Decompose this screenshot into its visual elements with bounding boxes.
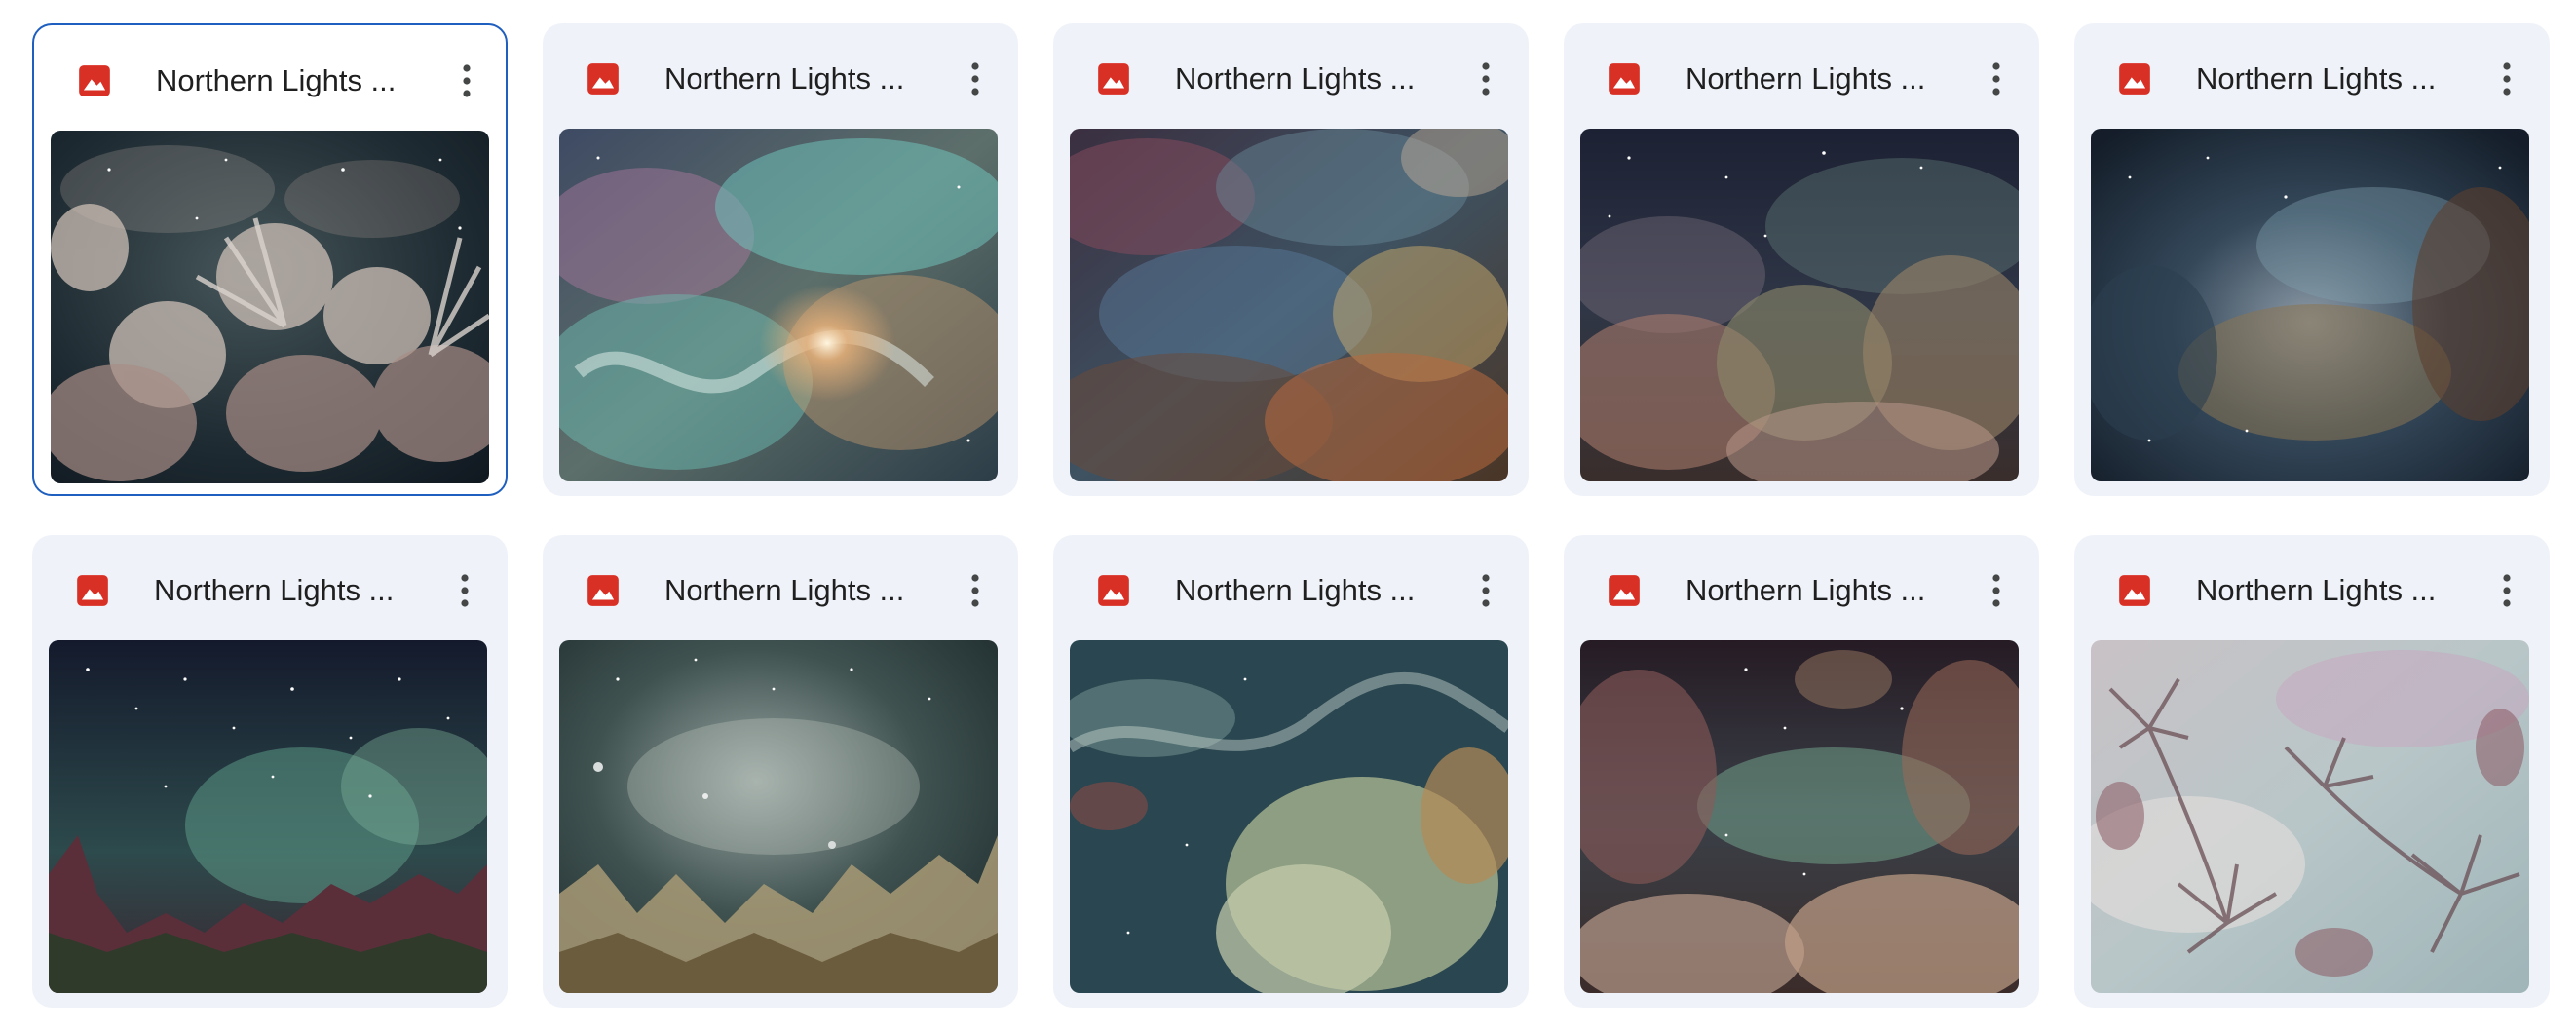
image-file-icon — [1095, 60, 1132, 97]
more-vertical-icon — [1482, 574, 1490, 607]
image-file-icon — [585, 60, 622, 97]
file-thumbnail[interactable] — [1580, 129, 2019, 481]
image-file-icon — [1095, 572, 1132, 609]
file-card[interactable]: Northern Lights ... — [2074, 535, 2550, 1008]
file-card-header: Northern Lights ... — [543, 535, 1018, 640]
file-name: Northern Lights ... — [1686, 61, 1926, 96]
file-card[interactable]: Northern Lights ... — [32, 535, 508, 1008]
image-file-icon — [2116, 60, 2153, 97]
more-vertical-icon — [463, 64, 471, 97]
more-actions-button[interactable] — [1967, 561, 2026, 620]
more-actions-button[interactable] — [946, 50, 1004, 108]
more-actions-button[interactable] — [946, 561, 1004, 620]
file-card-header: Northern Lights ... — [1053, 535, 1529, 640]
file-thumbnail[interactable] — [1070, 129, 1508, 481]
more-vertical-icon — [1992, 62, 2000, 96]
file-name: Northern Lights ... — [1175, 61, 1416, 96]
file-card-header: Northern Lights ... — [543, 23, 1018, 129]
file-thumbnail[interactable] — [1070, 640, 1508, 993]
image-file-icon — [76, 62, 113, 99]
more-actions-button[interactable] — [2478, 50, 2536, 108]
file-thumbnail[interactable] — [1580, 640, 2019, 993]
file-name: Northern Lights ... — [156, 63, 397, 97]
file-thumbnail[interactable] — [2091, 129, 2529, 481]
file-card-header: Northern Lights ... — [1053, 23, 1529, 129]
file-card-header: Northern Lights ... — [1564, 23, 2039, 129]
file-thumbnail[interactable] — [2091, 640, 2529, 993]
file-card[interactable]: Northern Lights ... — [1053, 23, 1529, 496]
file-card-header: Northern Lights ... — [2074, 535, 2550, 640]
file-card[interactable]: Northern Lights ... — [543, 535, 1018, 1008]
file-card-header: Northern Lights ... — [2074, 23, 2550, 129]
image-file-icon — [1606, 572, 1643, 609]
file-name: Northern Lights ... — [664, 61, 905, 96]
more-actions-button[interactable] — [1457, 50, 1515, 108]
file-thumbnail[interactable] — [51, 131, 489, 483]
file-grid: Northern Lights ... Northern Lights ... … — [32, 23, 2550, 1008]
file-card-header: Northern Lights ... — [32, 535, 508, 640]
image-file-icon — [585, 572, 622, 609]
more-vertical-icon — [1482, 62, 1490, 96]
more-actions-button[interactable] — [1457, 561, 1515, 620]
more-vertical-icon — [2503, 62, 2511, 96]
image-file-icon — [2116, 572, 2153, 609]
more-vertical-icon — [2503, 574, 2511, 607]
file-card[interactable]: Northern Lights ... — [1053, 535, 1529, 1008]
file-card[interactable]: Northern Lights ... — [32, 23, 508, 496]
more-actions-button[interactable] — [2478, 561, 2536, 620]
file-card[interactable]: Northern Lights ... — [2074, 23, 2550, 496]
file-card[interactable]: Northern Lights ... — [1564, 535, 2039, 1008]
file-thumbnail[interactable] — [559, 129, 998, 481]
file-name: Northern Lights ... — [1686, 573, 1926, 607]
more-actions-button[interactable] — [436, 561, 494, 620]
file-name: Northern Lights ... — [664, 573, 905, 607]
file-card-header: Northern Lights ... — [1564, 535, 2039, 640]
more-vertical-icon — [971, 62, 979, 96]
more-vertical-icon — [971, 574, 979, 607]
file-thumbnail[interactable] — [49, 640, 487, 993]
file-name: Northern Lights ... — [2196, 573, 2437, 607]
file-name: Northern Lights ... — [154, 573, 395, 607]
image-file-icon — [1606, 60, 1643, 97]
file-card-header: Northern Lights ... — [34, 25, 506, 131]
file-name: Northern Lights ... — [1175, 573, 1416, 607]
image-file-icon — [74, 572, 111, 609]
more-actions-button[interactable] — [1967, 50, 2026, 108]
more-vertical-icon — [461, 574, 469, 607]
file-thumbnail[interactable] — [559, 640, 998, 993]
file-card[interactable]: Northern Lights ... — [1564, 23, 2039, 496]
file-card[interactable]: Northern Lights ... — [543, 23, 1018, 496]
file-name: Northern Lights ... — [2196, 61, 2437, 96]
more-vertical-icon — [1992, 574, 2000, 607]
more-actions-button[interactable] — [437, 52, 496, 110]
